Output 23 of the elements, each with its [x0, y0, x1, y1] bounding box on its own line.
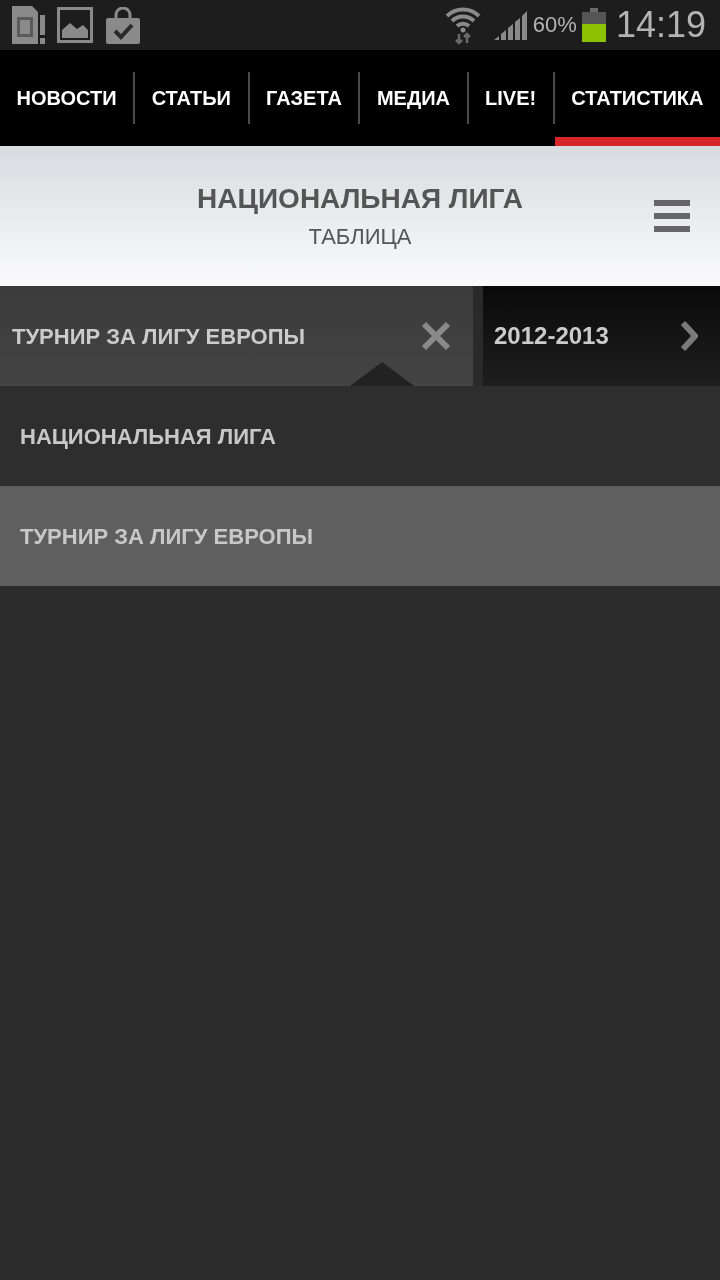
- page-subtitle: ТАБЛИЦА: [308, 223, 412, 250]
- nav-tab[interactable]: LIVE!: [468, 50, 553, 146]
- page-title: НАЦИОНАЛЬНАЯ ЛИГА: [197, 182, 523, 216]
- image-icon: [57, 7, 93, 43]
- dropdown-pointer-icon: [350, 362, 414, 386]
- sim-card-icon: [10, 5, 45, 45]
- battery-percent: 60%: [532, 14, 577, 36]
- tournament-dropdown[interactable]: ТУРНИР ЗА ЛИГУ ЕВРОПЫ: [0, 286, 473, 386]
- battery-icon: [581, 8, 606, 42]
- nav-tab[interactable]: НОВОСТИ: [0, 50, 134, 146]
- nav-tab[interactable]: СТАТИСТИКА: [554, 50, 720, 146]
- nav-tab[interactable]: МЕДИА: [360, 50, 467, 146]
- dropdown-item[interactable]: ТУРНИР ЗА ЛИГУ ЕВРОПЫ: [0, 486, 720, 586]
- wifi-icon: [444, 5, 481, 45]
- close-icon: [420, 320, 452, 352]
- chevron-right-icon: [680, 321, 698, 351]
- clock-time: 14:19: [615, 7, 706, 43]
- nav-tab[interactable]: СТАТЬИ: [135, 50, 248, 146]
- menu-icon[interactable]: [654, 200, 690, 232]
- nav-tab[interactable]: ГАЗЕТА: [249, 50, 359, 146]
- shopping-bag-check-icon: [105, 6, 141, 44]
- season-selector[interactable]: 2012-2013: [483, 286, 720, 386]
- signal-icon: [492, 9, 528, 41]
